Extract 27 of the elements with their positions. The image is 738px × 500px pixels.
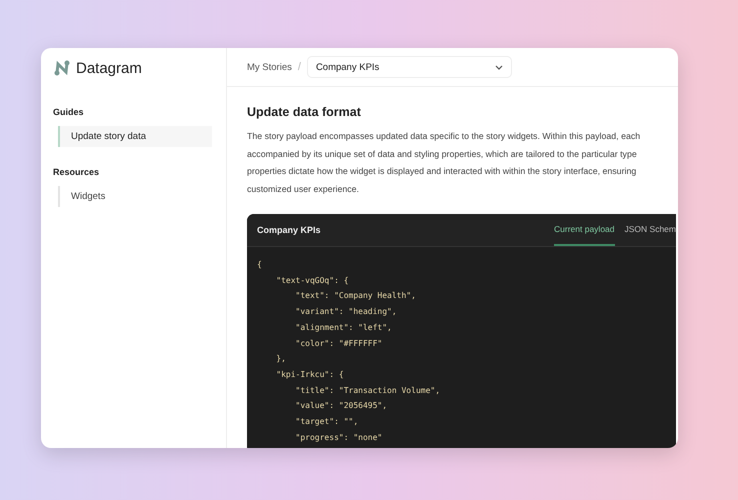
logo-icon bbox=[53, 59, 71, 77]
story-select[interactable]: Company KPIs bbox=[306, 56, 512, 78]
code-line: "color": "#FFFFFF" bbox=[294, 338, 384, 350]
brand-name: Datagram bbox=[76, 60, 142, 76]
code-line: "kpi-Irkcu": { bbox=[275, 368, 345, 381]
code-line: "value": "2056495", bbox=[294, 400, 388, 412]
description-paragraph: The story payload encompasses updated data specific to the story widgets. Within this payload, each accompanied by its unique set of data and styling properties, which are tailored to the particular type properties dictate how the widget is displayed and interacted with within the story interface, ensuring customized user experience. bbox=[247, 130, 642, 196]
code-line: }, bbox=[275, 353, 287, 366]
tab[interactable]: Current payload bbox=[554, 214, 614, 246]
breadcrumb-separator: / bbox=[298, 61, 301, 73]
breadcrumb-link[interactable]: My Stories bbox=[247, 62, 292, 72]
code-line: "text": "Company Health", bbox=[294, 290, 417, 302]
section-heading: Resources bbox=[53, 167, 100, 177]
code-line: "target": "", bbox=[294, 416, 360, 428]
section-heading: Guides bbox=[53, 107, 85, 117]
chevron-down-icon bbox=[494, 64, 503, 70]
code-line: "text-vqGOq": { bbox=[275, 274, 350, 287]
tab[interactable]: JSON Schem bbox=[624, 214, 676, 246]
code-line: "variant": "heading", bbox=[294, 306, 398, 318]
code-line: "title": "Transaction Volume", bbox=[294, 384, 442, 397]
sidebar-item[interactable]: Update story data bbox=[58, 126, 212, 147]
panel-title: Company KPIs bbox=[257, 225, 321, 235]
code-line: { bbox=[257, 259, 263, 271]
code-line: "progress": "none" bbox=[294, 432, 384, 444]
section-title: Update data format bbox=[247, 105, 362, 119]
code-line: "alignment": "left", bbox=[294, 322, 393, 334]
sidebar-item[interactable]: Widgets bbox=[58, 186, 212, 207]
